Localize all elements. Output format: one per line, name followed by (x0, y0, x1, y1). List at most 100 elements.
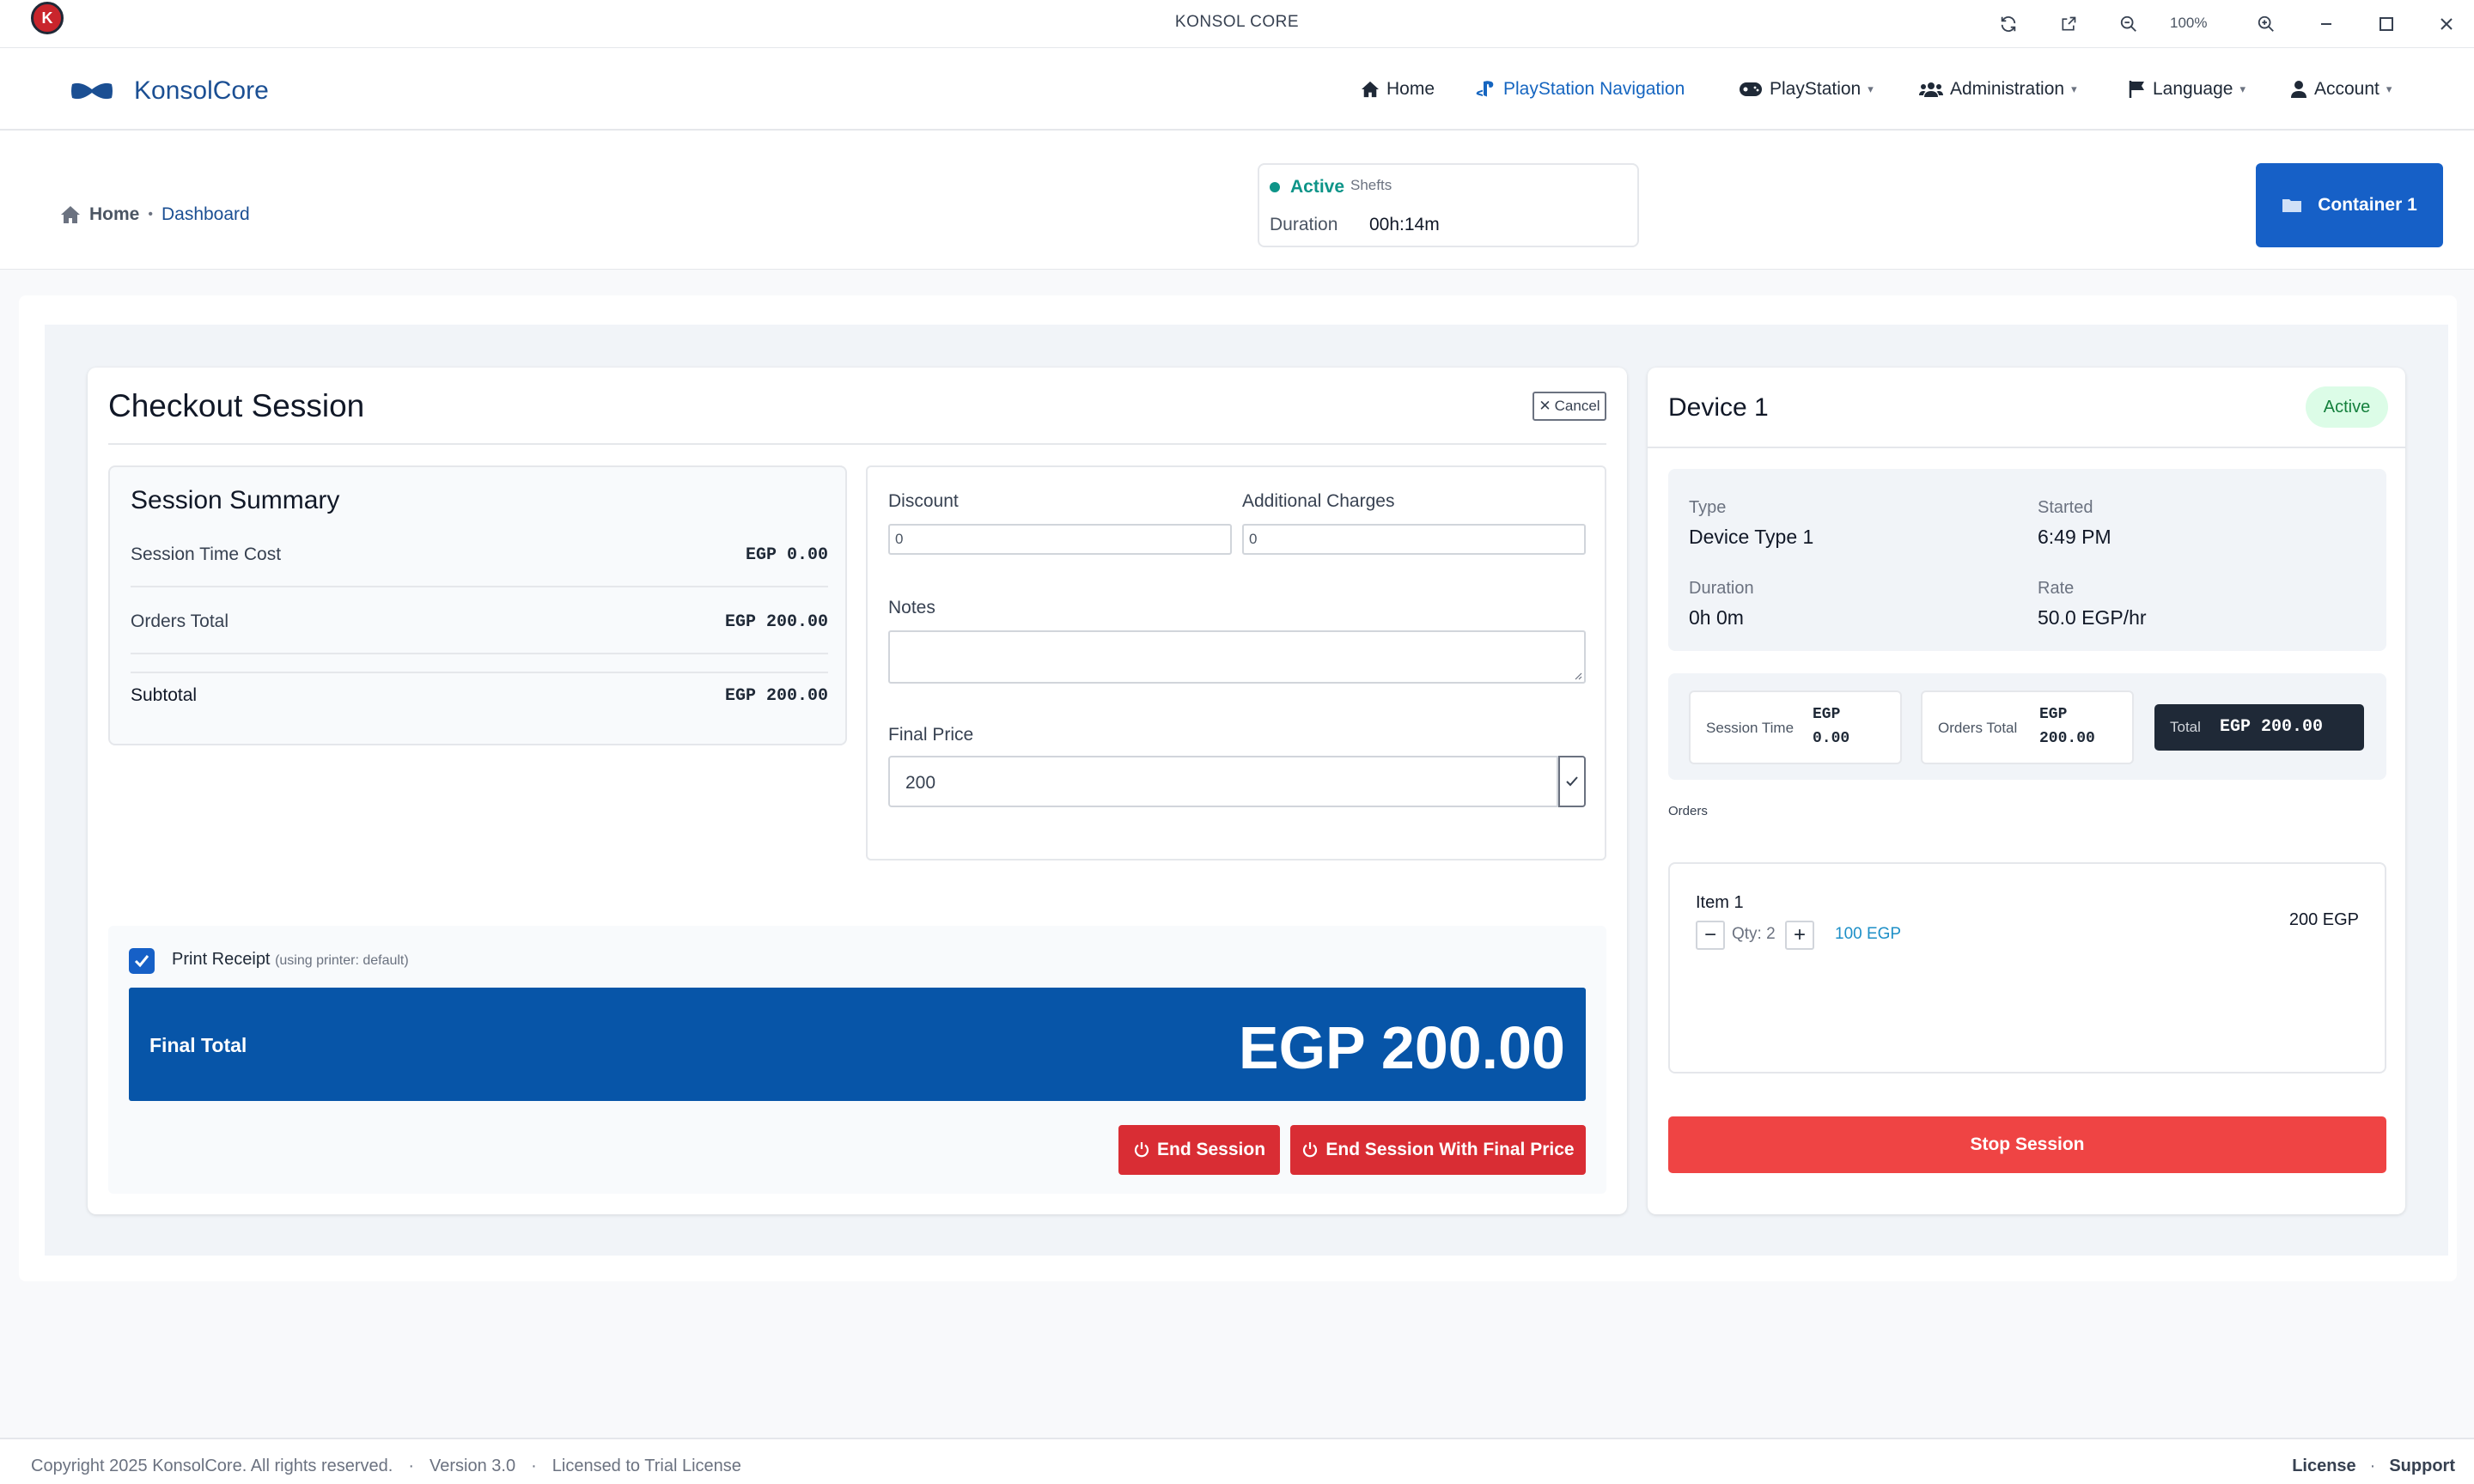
notes-textarea[interactable] (888, 630, 1586, 684)
summary-row-value: EGP 0.00 (745, 544, 828, 565)
zoom-in-icon[interactable] (2252, 10, 2280, 38)
copyright-text: Copyright 2025 KonsolCore. All rights re… (31, 1457, 393, 1475)
folder-icon (2282, 199, 2302, 212)
orders-total-currency: EGP (2039, 706, 2068, 723)
home-icon (61, 206, 80, 223)
decrease-qty-button[interactable]: − (1696, 921, 1725, 950)
nav-administration[interactable]: Administration ▾ (1919, 79, 2077, 100)
orders-total-amount: 200.00 (2039, 730, 2095, 747)
nav-account[interactable]: Account ▾ (2290, 79, 2392, 100)
brand-name[interactable]: KonsolCore (134, 76, 269, 106)
type-label: Type (1689, 498, 1727, 517)
status-dot-icon (1270, 182, 1280, 192)
apply-final-price-button[interactable] (1558, 756, 1586, 807)
discount-label: Discount (888, 491, 959, 511)
power-icon (1134, 1142, 1149, 1158)
print-receipt-label[interactable]: Print Receipt (using printer: default) (172, 950, 409, 970)
breadcrumb-current[interactable]: Dashboard (161, 204, 250, 225)
maximize-icon[interactable] (2373, 10, 2400, 38)
discount-input[interactable]: 0 (888, 524, 1232, 555)
price-adjustments: Discount 0 Additional Charges 0 Notes Fi… (866, 465, 1606, 861)
session-time-pill: Session Time EGP 0.00 (1689, 690, 1902, 764)
divider (131, 653, 828, 654)
nav-language-label: Language (2153, 79, 2233, 99)
zoom-out-icon[interactable] (2115, 10, 2142, 38)
footer-separator: · (531, 1457, 537, 1475)
device-info: Type Device Type 1 Started 6:49 PM Durat… (1668, 469, 2386, 651)
session-time-label: Session Time (1706, 720, 1795, 736)
additional-charges-label: Additional Charges (1242, 491, 1395, 511)
checkout-title: Checkout Session (108, 388, 365, 423)
summary-row-value: EGP 200.00 (724, 685, 828, 706)
session-summary: Session Summary Session Time Cost EGP 0.… (108, 465, 847, 745)
breadcrumb-separator: • (148, 207, 153, 222)
external-link-icon[interactable] (2055, 10, 2082, 38)
device-title: Device 1 (1668, 393, 1769, 422)
nav-language[interactable]: Language ▾ (2129, 79, 2245, 100)
users-icon (1919, 82, 1943, 97)
playstation-icon (1476, 81, 1494, 97)
nav-playstation-label: PlayStation (1770, 79, 1862, 99)
footer-links: License · Support (2292, 1457, 2455, 1476)
zoom-level: 100% (2170, 15, 2208, 31)
nav-playstation[interactable]: PlayStation ▾ (1739, 79, 1874, 100)
nav-playstation-navigation[interactable]: PlayStation Navigation (1476, 79, 1685, 100)
session-time-currency: EGP (1813, 706, 1841, 723)
resize-handle-icon[interactable] (1574, 672, 1582, 680)
final-total-banner: Final Total EGP 200.00 (129, 988, 1586, 1101)
device-totals: Session Time EGP 0.00 Orders Total EGP 2… (1668, 673, 2386, 780)
rate-label: Rate (2038, 579, 2075, 598)
chevron-down-icon: ▾ (2071, 82, 2077, 95)
additional-charges-input[interactable]: 0 (1242, 524, 1586, 555)
started-value: 6:49 PM (2038, 526, 2111, 548)
close-icon: ✕ (1539, 398, 1551, 414)
license-link[interactable]: License (2292, 1457, 2355, 1476)
final-price-label: Final Price (888, 725, 974, 745)
list-item: Item 1 − Qty: 2 + 100 EGP 200 EGP (1670, 864, 2385, 967)
flag-icon (2129, 81, 2144, 98)
version-text: Version 3.0 (430, 1457, 516, 1475)
chevron-down-icon: ▾ (2239, 82, 2245, 95)
license-info-text: Licensed to Trial License (551, 1457, 741, 1475)
order-item-total: 200 EGP (2288, 910, 2359, 929)
duration-label: Duration (1689, 579, 1754, 598)
end-session-final-price-button[interactable]: End Session With Final Price (1290, 1125, 1586, 1175)
shift-status: Active (1290, 177, 1345, 197)
support-link[interactable]: Support (2389, 1457, 2455, 1476)
chevron-down-icon: ▾ (1868, 82, 1874, 95)
duration-value: 0h 0m (1689, 606, 1744, 629)
page-header: Home • Dashboard Active Shefts Duration … (0, 131, 2474, 270)
container-button-label: Container 1 (2318, 195, 2417, 215)
print-receipt-checkbox[interactable] (129, 948, 155, 974)
breadcrumb-home[interactable]: Home (89, 204, 139, 225)
end-session-button[interactable]: End Session (1118, 1125, 1280, 1175)
notes-label: Notes (888, 598, 935, 617)
summary-row: Orders Total EGP 200.00 (131, 611, 828, 632)
brand-logo-icon[interactable] (70, 81, 113, 106)
page-footer: Copyright 2025 KonsolCore. All rights re… (0, 1438, 2474, 1484)
orders-heading: Orders (1668, 804, 1708, 818)
nav-home[interactable]: Home (1361, 79, 1435, 100)
device-card: Device 1 Active Type Device Type 1 Start… (1648, 368, 2405, 1214)
shift-status-card: Active Shefts Duration 00h:14m (1258, 163, 1639, 247)
order-item-name: Item 1 (1696, 893, 1744, 912)
divider (108, 443, 1606, 445)
refresh-icon[interactable] (1995, 10, 2022, 38)
nav-account-label: Account (2314, 79, 2380, 99)
stop-session-button[interactable]: Stop Session (1668, 1116, 2386, 1173)
power-icon (1303, 1142, 1318, 1158)
final-price-input[interactable]: 200 (888, 756, 1558, 807)
total-value: EGP 200.00 (2220, 717, 2324, 737)
shift-label: Shefts (1350, 177, 1392, 193)
close-icon[interactable] (2433, 10, 2460, 38)
shift-duration-label: Duration (1270, 215, 1338, 234)
check-icon (134, 955, 149, 968)
minimize-icon[interactable] (2313, 10, 2340, 38)
cancel-button[interactable]: ✕ Cancel (1533, 392, 1606, 421)
checkout-footer: Print Receipt (using printer: default) F… (108, 926, 1606, 1194)
final-total-label: Final Total (149, 1034, 247, 1056)
increase-qty-button[interactable]: + (1785, 921, 1814, 950)
order-item-unit-price: 100 EGP (1835, 925, 1902, 943)
container-button[interactable]: Container 1 (2256, 163, 2443, 247)
footer-separator: · (2369, 1457, 2376, 1475)
